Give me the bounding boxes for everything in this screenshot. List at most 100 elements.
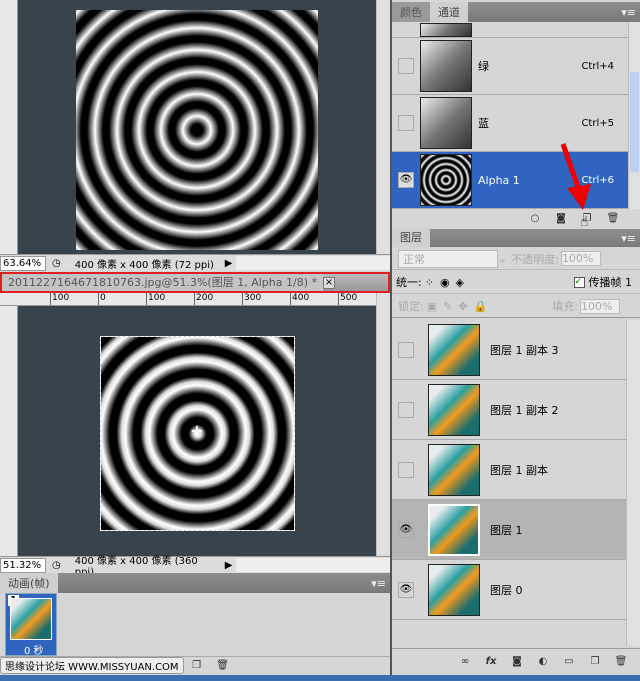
vertical-ruler-2 [0,306,18,556]
red-arrow-annotation [560,143,591,210]
unify-style-icon[interactable]: ◈ [456,276,464,289]
document-tab[interactable]: 20112271646718107​63.jpg@51.3%(图层 1, Alp… [0,272,390,293]
layer-thumbnail [428,383,480,436]
unify-position-icon[interactable]: ⁘ [425,276,434,289]
new-layer-icon[interactable]: ❐ [588,656,602,668]
load-selection-icon[interactable]: ○ [528,213,542,225]
layer-row[interactable]: 👁 图层 0 [392,560,626,620]
fill-field[interactable]: 100% [580,298,620,314]
visibility-toggle[interactable] [398,58,414,74]
taskbar-strip [0,675,640,681]
layer-row[interactable]: 图层 1 副本 2 [392,380,626,440]
clock-icon[interactable]: ◷ [52,258,61,269]
channel-shortcut: Ctrl+4 [581,60,614,72]
layer-thumbnail [428,323,480,376]
tab-channels[interactable]: 通道 [430,2,468,22]
channel-thumbnail [420,97,472,149]
layer-name: 图层 1 副本 3 [490,343,559,357]
status-bar-2: 51.32% ◷ 400 像素 x 400 像素 (360 ppi) ▶ [0,556,390,578]
layer-row[interactable]: 图层 1 副本 [392,440,626,500]
unify-row: 统一: ⁘ ◉ ◈ ✓ 传播帧 1 [392,271,640,294]
frame-delay[interactable]: 0 秒 [24,642,44,657]
document-canvas-1 [18,0,376,254]
panel-menu-icon[interactable]: ▾≡ [621,232,636,245]
channel-row-partial[interactable] [392,22,628,38]
panel-menu-icon[interactable]: ▾≡ [371,577,386,590]
tab-layers[interactable]: 图层 [392,227,430,247]
clock-icon[interactable]: ◷ [52,560,61,571]
zoom-field[interactable]: 63.64% [0,255,46,271]
channel-row-green[interactable]: 绿 Ctrl+4 [392,38,628,95]
eye-icon[interactable]: 👁 [398,521,414,538]
fill-label: 填充: [552,300,578,313]
layer-name: 图层 1 副本 [490,463,548,477]
hand-cursor-icon: ☝ [580,214,589,230]
link-icon[interactable]: ∞ [458,656,472,668]
mask-icon[interactable]: ◙ [510,656,524,668]
visibility-toggle[interactable] [398,401,414,418]
menu-arrow-icon[interactable]: ▶ [225,258,233,269]
layer-name: 图层 0 [490,583,523,597]
lock-row: 锁定: ▣ ✎ ✥ 🔒 填充: 100% [392,295,640,318]
layer-thumbnail [428,443,480,496]
crosshair-icon: ✛ [191,424,203,440]
layer-row-selected[interactable]: 👁 图层 1 [392,500,626,560]
new-frame-icon[interactable]: ❐ [190,660,204,672]
tab-animation[interactable]: 动画(帧) [0,573,58,593]
visibility-toggle[interactable] [398,341,414,358]
layer-row[interactable]: 图层 1 副本 3 [392,320,626,380]
trash-icon[interactable]: 🗑 [614,656,628,668]
horizontal-ruler: 100 0 100 200 300 400 500 [0,293,376,306]
trash-icon[interactable]: 🗑 [216,660,230,672]
layers-scrollbar[interactable] [626,320,640,646]
panel-menu-icon[interactable]: ▾≡ [621,6,636,19]
layers-panel-header: 图层 ▾≡ [392,227,640,247]
document-canvas-2: ✛ [18,306,376,556]
horizontal-scrollbar[interactable] [236,558,390,572]
animation-frame[interactable]: 1 0 秒 [5,593,57,657]
vertical-scrollbar-2[interactable] [376,293,390,556]
layers-footer: ∞ fx ◙ ◐ ▭ ❐ 🗑 [392,648,640,674]
vertical-scrollbar[interactable] [376,0,390,254]
opacity-label: 不透明度: [511,252,559,266]
status-bar-1: 63.64% ◷ 400 像素 x 400 像素 (72 ppi) ▶ [0,254,390,271]
eye-icon[interactable]: 👁 [398,581,414,598]
channel-thumbnail [420,154,472,206]
layer-name: 图层 1 副本 2 [490,403,559,417]
close-icon[interactable]: × [322,276,335,289]
unify-visibility-icon[interactable]: ◉ [440,276,450,289]
propagate-checkbox[interactable]: ✓ [573,276,585,288]
propagate-label: 传播帧 1 [588,276,633,289]
lock-move-icon[interactable]: ✥ [458,300,467,313]
lock-transparency-icon[interactable]: ▣ [427,300,437,313]
layer-thumbnail [428,563,480,616]
zoom-field[interactable]: 51.32% [0,557,46,573]
channel-name: 蓝 [478,117,489,130]
blend-mode-select[interactable]: 正常 [398,249,498,268]
ring-image [76,10,318,250]
visibility-toggle[interactable] [398,115,414,131]
eye-icon[interactable]: 👁 [398,172,414,188]
channels-scrollbar[interactable] [628,22,640,209]
document-title: 20112271646718107​63.jpg@51.3%(图层 1, Alp… [2,274,323,291]
channel-name: 绿 [478,60,489,73]
panel-divider [390,0,392,681]
menu-arrow-icon[interactable]: ▶ [225,560,233,571]
channel-name: Alpha 1 [478,173,520,187]
lock-all-icon[interactable]: 🔒 [474,300,488,313]
opacity-field[interactable]: 100% [560,251,601,266]
frame-thumbnail [10,598,52,640]
layer-thumbnail [428,503,480,556]
unify-label: 统一: [396,276,422,289]
trash-icon[interactable]: 🗑 [606,213,620,225]
watermark: 思缘设计论坛 WWW.MISSYUAN.COM [0,657,184,674]
visibility-toggle[interactable] [398,461,414,478]
lock-paint-icon[interactable]: ✎ [443,300,452,313]
fx-icon[interactable]: fx [484,656,498,668]
vertical-ruler [0,0,18,254]
horizontal-scrollbar[interactable] [236,256,390,270]
tab-color[interactable]: 颜色 [392,2,430,22]
adjustment-icon[interactable]: ◐ [536,656,550,668]
lock-label: 锁定: [398,300,424,313]
group-icon[interactable]: ▭ [562,656,576,668]
